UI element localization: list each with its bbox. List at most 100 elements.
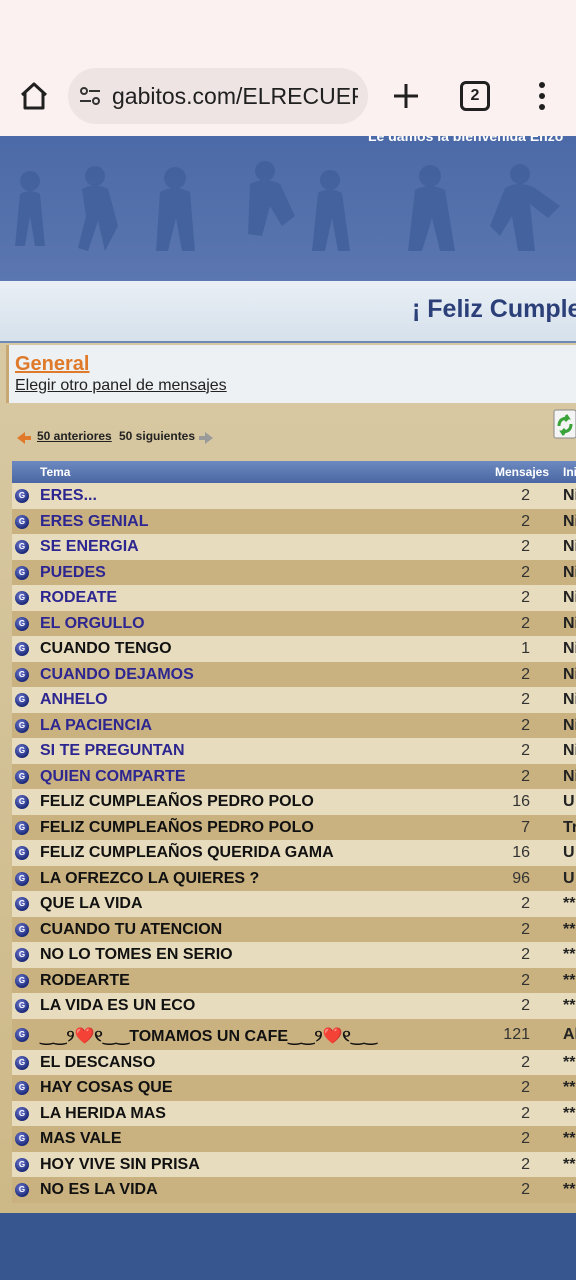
topic-title-link[interactable]: RODEATE: [40, 589, 117, 607]
topic-initiator[interactable]: **: [563, 895, 575, 913]
topic-status-icon: G: [15, 922, 29, 937]
topic-title-link[interactable]: FELIZ CUMPLEAÑOS PEDRO POLO: [40, 793, 314, 811]
url-text[interactable]: gabitos.com/ELRECUERI: [112, 83, 358, 110]
topics-area: General Elegir otro panel de mensajes 50…: [0, 343, 576, 1213]
overflow-menu-icon[interactable]: [530, 80, 554, 112]
column-header-topic[interactable]: Tema: [40, 465, 70, 479]
topic-initiator[interactable]: Ni: [563, 666, 576, 684]
topic-initiator[interactable]: Ni: [563, 487, 576, 505]
table-row: G LA PACIENCIA 2 Ni: [12, 712, 576, 738]
topic-title-link[interactable]: EL ORGULLO: [40, 615, 145, 633]
table-row: G QUIEN COMPARTE 2 Ni: [12, 763, 576, 789]
topic-title-link[interactable]: QUIEN COMPARTE: [40, 768, 185, 786]
topic-title-link[interactable]: ERES...: [40, 487, 97, 505]
forum-banner: Le damos la bienvenida Enzo: [0, 136, 576, 281]
topic-title-link[interactable]: LA HERIDA MAS: [40, 1105, 166, 1123]
topic-message-count: 2: [521, 563, 530, 581]
topic-title-link[interactable]: CUANDO DEJAMOS: [40, 666, 194, 684]
topic-status-icon: G: [15, 718, 29, 733]
topic-initiator[interactable]: Ni: [563, 717, 576, 735]
topic-initiator[interactable]: **: [563, 1156, 575, 1174]
topic-initiator[interactable]: Ni: [563, 640, 576, 658]
topic-initiator[interactable]: **: [563, 1181, 575, 1199]
topic-status-icon: G: [15, 1183, 29, 1197]
topic-title-link[interactable]: SI TE PREGUNTAN: [40, 742, 185, 760]
site-settings-icon[interactable]: [78, 84, 102, 108]
topic-initiator[interactable]: **: [563, 1130, 575, 1148]
topic-title-link[interactable]: MAS VALE: [40, 1130, 121, 1148]
topic-initiator[interactable]: U: [563, 844, 575, 862]
new-tab-icon[interactable]: [388, 78, 424, 114]
topic-title-link[interactable]: LA VIDA ES UN ECO: [40, 997, 195, 1015]
table-row: G SE ENERGIA 2 Ni: [12, 534, 576, 560]
home-icon[interactable]: [14, 76, 54, 116]
topic-title-link[interactable]: HAY COSAS QUE: [40, 1079, 172, 1097]
topic-initiator[interactable]: U: [563, 793, 575, 811]
forum-title-link[interactable]: General: [15, 353, 89, 376]
refresh-icon[interactable]: [550, 408, 576, 442]
address-bar[interactable]: gabitos.com/ELRECUERI: [68, 68, 368, 124]
prev-arrow-icon[interactable]: [16, 430, 32, 446]
topic-initiator[interactable]: **: [563, 921, 575, 939]
topic-initiator[interactable]: Ni: [563, 691, 576, 709]
topic-message-count: 2: [521, 946, 530, 963]
topic-message-count: 16: [512, 844, 530, 861]
topic-title-link[interactable]: FELIZ CUMPLEAÑOS PEDRO POLO: [40, 819, 314, 837]
table-row: G FELIZ CUMPLEAÑOS PEDRO POLO 7 Tr: [12, 814, 576, 840]
topic-message-count: 2: [521, 1053, 530, 1071]
topic-initiator[interactable]: Ni: [563, 615, 576, 633]
prev-page-link[interactable]: 50 anteriores: [37, 429, 112, 443]
topic-status-icon: G: [15, 540, 29, 554]
tab-switcher-button[interactable]: 2: [460, 81, 490, 111]
topic-initiator[interactable]: **: [563, 997, 575, 1015]
topic-status-icon: G: [15, 1132, 29, 1146]
topic-initiator[interactable]: Al: [563, 1026, 576, 1044]
topic-title-link[interactable]: FELIZ CUMPLEAÑOS QUERIDA GAMA: [40, 844, 334, 862]
topic-initiator[interactable]: **: [563, 1054, 575, 1072]
choose-other-panel-link[interactable]: Elegir otro panel de mensajes: [15, 377, 227, 395]
topic-initiator[interactable]: U: [563, 870, 575, 888]
topic-title-link[interactable]: LA PACIENCIA: [40, 717, 152, 735]
topic-initiator[interactable]: Tr: [563, 819, 576, 837]
topic-message-count: 2: [521, 665, 530, 683]
topic-title-link[interactable]: LA OFREZCO LA QUIERES ?: [40, 870, 259, 888]
topic-message-count: 2: [521, 538, 530, 555]
topic-title-link[interactable]: ‿‿୨❤️୧‿‿TOMAMOS UN CAFE‿‿୨❤️୧‿‿: [40, 1026, 377, 1046]
topic-initiator[interactable]: **: [563, 972, 575, 990]
topic-initiator[interactable]: **: [563, 1105, 575, 1123]
topic-message-count: 2: [521, 614, 530, 632]
topic-initiator[interactable]: **: [563, 946, 575, 964]
table-row: G QUE LA VIDA 2 **: [12, 891, 576, 917]
topic-title-link[interactable]: CUANDO TENGO: [40, 640, 172, 658]
topic-status-icon: G: [15, 565, 29, 580]
table-row: G CUANDO TENGO 1 Ni: [12, 636, 576, 662]
topic-initiator[interactable]: Ni: [563, 589, 576, 607]
table-row: G MAS VALE 2 **: [12, 1126, 576, 1152]
topic-title-link[interactable]: HOY VIVE SIN PRISA: [40, 1156, 200, 1174]
column-header-initiated[interactable]: Ini: [563, 465, 576, 479]
topic-initiator[interactable]: **: [563, 1079, 575, 1097]
topic-title-link[interactable]: PUEDES: [40, 564, 106, 582]
topic-initiator[interactable]: Ni: [563, 564, 576, 582]
table-row: G FELIZ CUMPLEAÑOS PEDRO POLO 16 U: [12, 789, 576, 815]
topic-initiator[interactable]: Ni: [563, 768, 576, 786]
topic-title-link[interactable]: QUE LA VIDA: [40, 895, 143, 913]
topic-message-count: 2: [521, 691, 530, 708]
page-footer: [0, 1213, 576, 1280]
topic-message-count: 96: [512, 869, 530, 887]
topic-title-link[interactable]: ERES GENIAL: [40, 513, 148, 531]
table-row: G NO ES LA VIDA 2 **: [12, 1177, 576, 1203]
column-header-messages[interactable]: Mensajes: [495, 465, 549, 479]
topic-initiator[interactable]: Ni: [563, 742, 576, 760]
topic-initiator[interactable]: Ni: [563, 513, 576, 531]
topic-title-link[interactable]: SE ENERGIA: [40, 538, 139, 556]
topic-initiator[interactable]: Ni: [563, 538, 576, 556]
topic-title-link[interactable]: NO LO TOMES EN SERIO: [40, 946, 233, 964]
topic-title-link[interactable]: NO ES LA VIDA: [40, 1181, 158, 1199]
dancers-silhouette-image: [15, 161, 560, 251]
topic-title-link[interactable]: CUANDO TU ATENCION: [40, 921, 222, 939]
topic-title-link[interactable]: ANHELO: [40, 691, 108, 709]
table-row: G LA OFREZCO LA QUIERES ? 96 U: [12, 865, 576, 891]
topic-title-link[interactable]: EL DESCANSO: [40, 1054, 155, 1072]
topic-title-link[interactable]: RODEARTE: [40, 972, 130, 990]
